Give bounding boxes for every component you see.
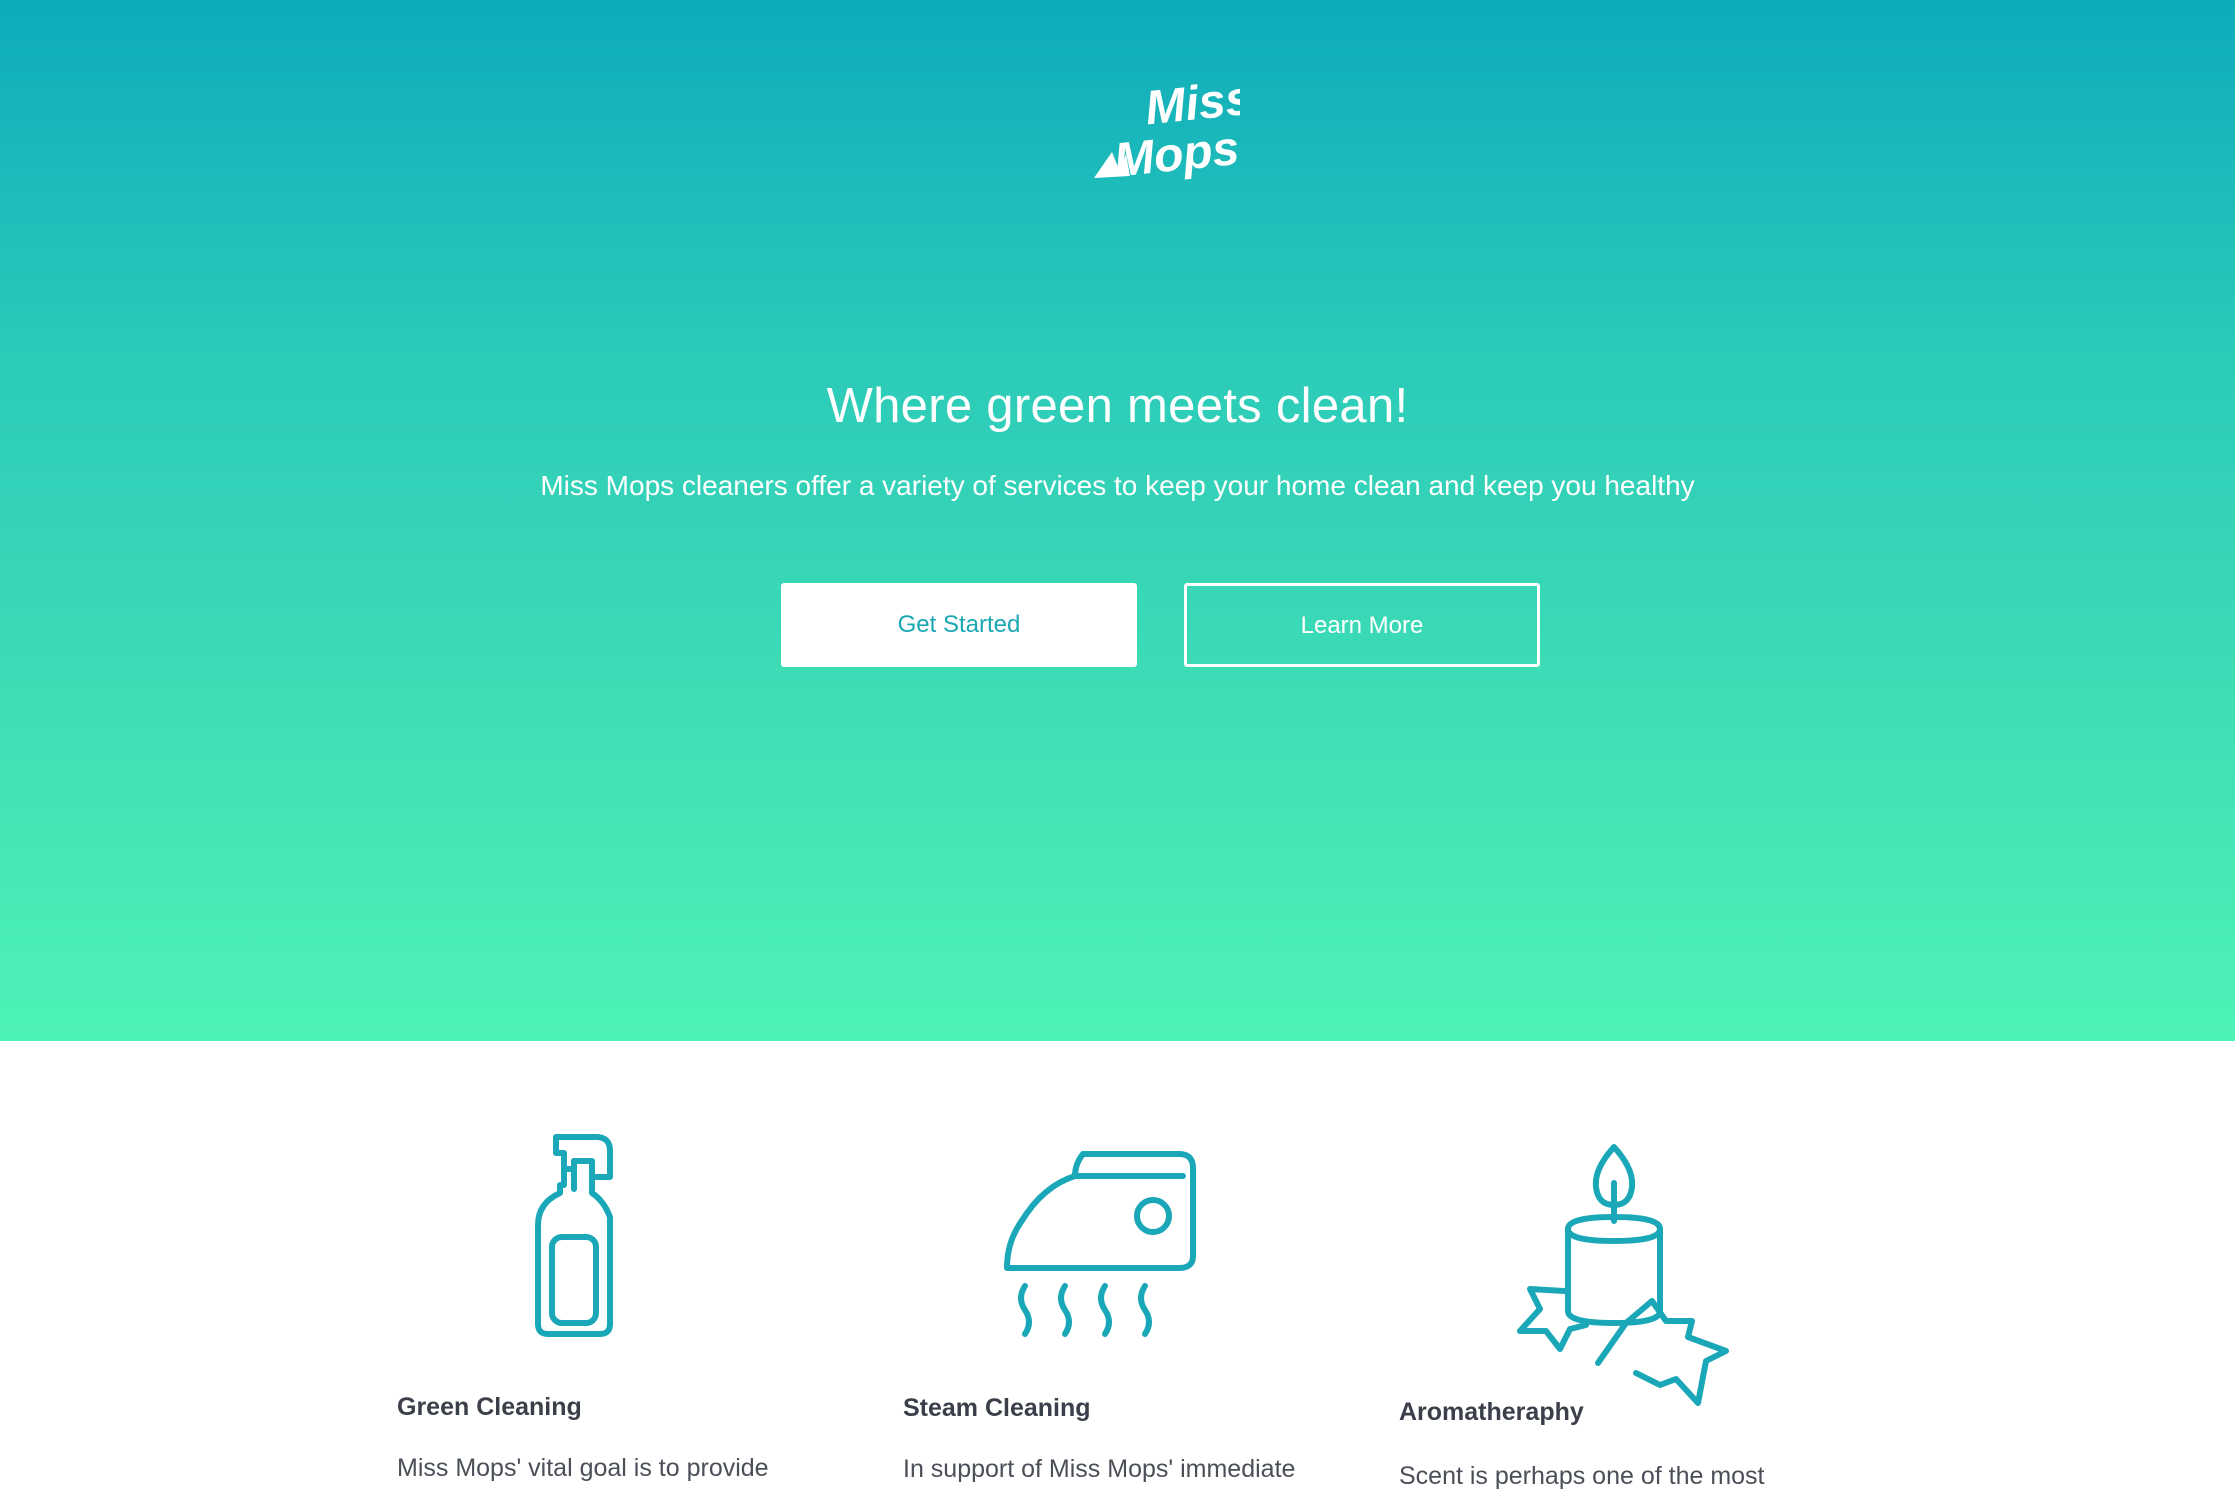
features-section: Green Cleaning Miss Mops' vital goal is …: [0, 1041, 2235, 1491]
learn-more-button[interactable]: Learn More: [1184, 583, 1540, 667]
feature-description: In support of Miss Mops' immediate: [903, 1455, 1296, 1483]
get-started-button[interactable]: Get Started: [781, 583, 1137, 667]
hero-section: Miss Mops Where green meets clean! Miss …: [0, 0, 2235, 1041]
logo-text-mops: Mops: [1111, 122, 1240, 187]
hero-headline: Where green meets clean!: [826, 379, 1409, 433]
hero-subtitle: Miss Mops cleaners offer a variety of se…: [540, 470, 1695, 501]
miss-mops-logo[interactable]: Miss Mops: [1090, 72, 1240, 187]
spray-bottle-icon: [535, 1134, 613, 1337]
steam-iron-icon: [1004, 1151, 1196, 1337]
feature-title: Aromatheraphy: [1399, 1398, 1584, 1426]
feature-description: Scent is perhaps one of the most: [1399, 1462, 1765, 1490]
feature-title: Steam Cleaning: [903, 1394, 1091, 1422]
feature-description: Miss Mops' vital goal is to provide: [397, 1454, 769, 1482]
candle-icon: [1517, 1144, 1729, 1406]
feature-title: Green Cleaning: [397, 1393, 582, 1421]
